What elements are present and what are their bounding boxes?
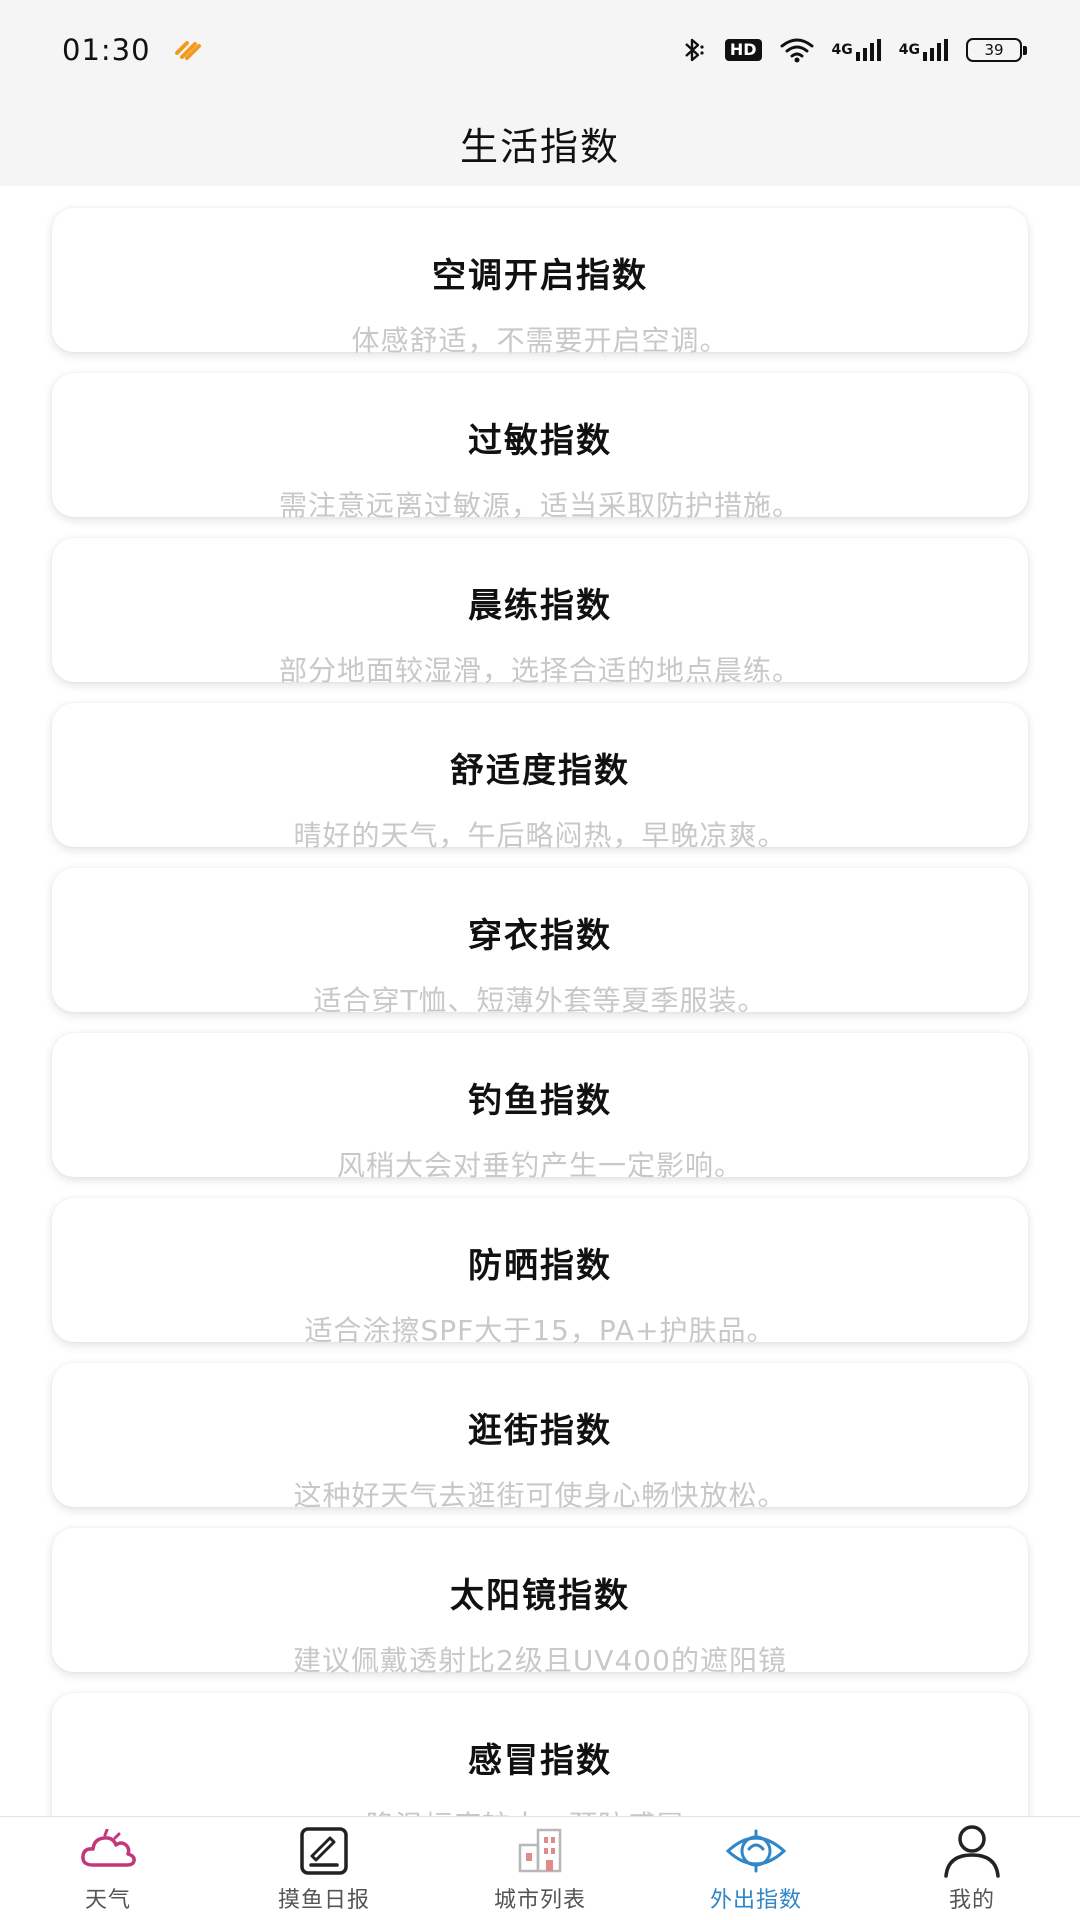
network-type-label: 4G <box>831 42 853 58</box>
status-right: HD 4G 4G 39 <box>679 36 1027 64</box>
index-card-title: 钓鱼指数 <box>468 1081 612 1121</box>
index-card-title: 感冒指数 <box>468 1741 612 1781</box>
buildings-icon <box>509 1824 571 1878</box>
nav-label-profile: 我的 <box>948 1887 995 1913</box>
signal-icon-sim2: 4G <box>899 38 948 62</box>
index-card[interactable]: 舒适度指数晴好的天气，午后略闷热，早晚凉爽。 <box>52 703 1028 852</box>
index-card[interactable]: 空调开启指数体感舒适，不需要开启空调。 <box>52 208 1028 357</box>
index-card-title: 空调开启指数 <box>432 256 648 296</box>
index-card[interactable]: 感冒指数降温幅度较大，预防感冒。 <box>52 1693 1028 1816</box>
index-card-description: 适合穿T恤、短薄外套等夏季服装。 <box>313 984 767 1017</box>
index-card-description: 晴好的天气，午后略闷热，早晚凉爽。 <box>293 819 787 852</box>
bottom-nav: 天气 摸鱼日报 城市列表 外出指数 我的 <box>0 1816 1080 1920</box>
nav-item-profile[interactable]: 我的 <box>864 1824 1080 1914</box>
index-card[interactable]: 防晒指数适合涂擦SPF大于15，PA+护肤品。 <box>52 1198 1028 1347</box>
index-card-description: 降温幅度较大，预防感冒。 <box>366 1804 714 1816</box>
index-card-title: 太阳镜指数 <box>450 1576 630 1616</box>
app-notification-icon <box>173 39 203 61</box>
battery-icon: 39 <box>966 38 1027 62</box>
index-card-title: 晨练指数 <box>468 586 612 626</box>
user-icon <box>941 1824 1003 1878</box>
index-card-title: 逛街指数 <box>468 1411 612 1451</box>
index-card-description: 体感舒适，不需要开启空调。 <box>351 324 729 357</box>
wifi-icon <box>780 37 814 63</box>
signal-icon-sim1: 4G <box>832 38 881 62</box>
index-card-title: 过敏指数 <box>468 421 612 461</box>
index-card-title: 舒适度指数 <box>450 751 630 791</box>
nav-item-weather[interactable]: 天气 <box>0 1824 216 1914</box>
bluetooth-icon <box>679 36 707 64</box>
page-header: 生活指数 <box>0 100 1080 186</box>
network-type-label: 4G <box>898 42 920 58</box>
index-card[interactable]: 逛街指数这种好天气去逛街可使身心畅快放松。 <box>52 1363 1028 1512</box>
index-card-title: 穿衣指数 <box>468 916 612 956</box>
nav-item-outdoor-index[interactable]: 外出指数 <box>648 1824 864 1914</box>
index-card-title: 防晒指数 <box>468 1246 612 1286</box>
index-card[interactable]: 晨练指数部分地面较湿滑，选择合适的地点晨练。 <box>52 538 1028 687</box>
status-bar: 01:30 HD 4G 4G 39 <box>0 0 1080 100</box>
eye-target-icon <box>725 1824 787 1878</box>
hd-voice-icon: HD <box>724 39 762 61</box>
nav-label-outdoor-index: 外出指数 <box>709 1887 802 1913</box>
nav-label-city-list: 城市列表 <box>493 1887 586 1913</box>
index-card-description: 适合涂擦SPF大于15，PA+护肤品。 <box>304 1314 776 1347</box>
index-card-description: 部分地面较湿滑，选择合适的地点晨练。 <box>278 654 801 687</box>
index-card-description: 需注意远离过敏源，适当采取防护措施。 <box>278 489 801 522</box>
index-card-description: 风稍大会对垂钓产生一定影响。 <box>336 1149 743 1182</box>
page-title: 生活指数 <box>459 124 620 169</box>
notepad-icon <box>293 1824 355 1878</box>
index-card-list: 空调开启指数体感舒适，不需要开启空调。过敏指数需注意远离过敏源，适当采取防护措施… <box>0 186 1080 1816</box>
index-card[interactable]: 过敏指数需注意远离过敏源，适当采取防护措施。 <box>52 373 1028 522</box>
index-card[interactable]: 钓鱼指数风稍大会对垂钓产生一定影响。 <box>52 1033 1028 1182</box>
status-time: 01:30 <box>62 33 151 67</box>
nav-item-daily[interactable]: 摸鱼日报 <box>216 1824 432 1914</box>
nav-label-daily: 摸鱼日报 <box>277 1887 370 1913</box>
status-left: 01:30 <box>62 33 203 67</box>
index-card[interactable]: 太阳镜指数建议佩戴透射比2级且UV400的遮阳镜 <box>52 1528 1028 1677</box>
nav-label-weather: 天气 <box>84 1887 131 1913</box>
cloud-icon <box>77 1824 139 1878</box>
nav-item-city-list[interactable]: 城市列表 <box>432 1824 648 1914</box>
index-list-scroll[interactable]: 空调开启指数体感舒适，不需要开启空调。过敏指数需注意远离过敏源，适当采取防护措施… <box>0 186 1080 1816</box>
index-card-description: 这种好天气去逛街可使身心畅快放松。 <box>293 1479 787 1512</box>
index-card[interactable]: 穿衣指数适合穿T恤、短薄外套等夏季服装。 <box>52 868 1028 1017</box>
index-card-description: 建议佩戴透射比2级且UV400的遮阳镜 <box>293 1644 787 1677</box>
